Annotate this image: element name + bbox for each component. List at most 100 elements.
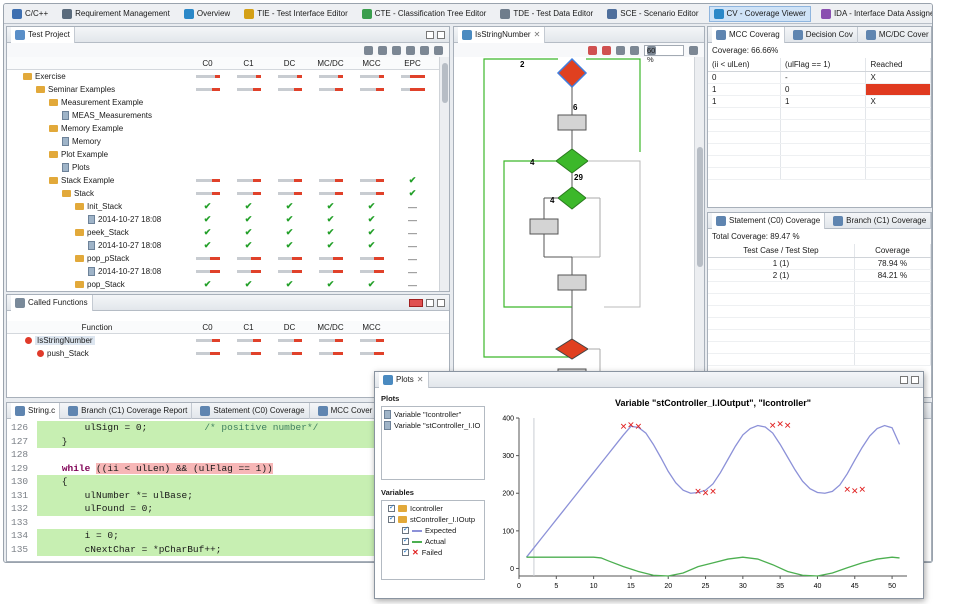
close-tab-icon[interactable]: ✕ [534, 30, 541, 39]
failed-point[interactable]: ✕ [635, 422, 643, 432]
table-row[interactable]: 11X [708, 95, 931, 108]
fit-icon[interactable] [689, 45, 698, 55]
series-line-actual[interactable] [526, 556, 900, 577]
tree-row[interactable]: 2014-10-27 18:08 ✔ ✔ ✔ ✔ ✔ — [7, 213, 449, 226]
column-header[interactable]: Reached [865, 58, 931, 72]
flow-graph-scrollbar[interactable] [694, 57, 704, 375]
tab-isstringnumber[interactable]: IsStringNumber ✕ [458, 27, 546, 43]
decision-node-root[interactable] [556, 57, 588, 89]
column-header[interactable]: C1 [228, 59, 269, 68]
tree-row[interactable]: Stack Example ✔ [7, 174, 449, 187]
failed-point[interactable]: ✕ [709, 488, 717, 498]
decision-node-loop[interactable] [555, 148, 589, 174]
variable-checkbox[interactable] [402, 536, 409, 545]
column-header[interactable]: Coverage [854, 244, 931, 258]
failed-point[interactable]: ✕ [627, 421, 635, 431]
view-tab[interactable]: Statement (C0) Coverage [196, 403, 310, 419]
failed-point[interactable]: ✕ [851, 487, 859, 497]
variable-item[interactable]: ✕Failed [384, 547, 482, 558]
table-row[interactable]: 0-X [708, 71, 931, 84]
variable-checkbox[interactable] [402, 547, 409, 556]
maximize-icon[interactable] [437, 298, 445, 307]
column-header[interactable]: MC/DC [310, 323, 351, 332]
view-tab[interactable]: Decision Cov [789, 27, 858, 43]
failed-point[interactable]: ✕ [784, 422, 792, 432]
variable-plot-chart[interactable]: Variable "stController_I.IOutput", "Icon… [489, 392, 917, 598]
perspective-tab[interactable]: Overview [180, 7, 234, 21]
tree-row[interactable]: Memory Example [7, 122, 449, 135]
refresh-icon[interactable] [911, 375, 919, 384]
collapse-icon[interactable] [364, 45, 373, 55]
minimize-icon[interactable] [426, 30, 434, 39]
highlight-icon[interactable] [588, 45, 597, 55]
tree-row[interactable]: peek_Stack ✔ ✔ ✔ ✔ ✔ — [7, 226, 449, 239]
tab-called-functions[interactable]: Called Functions [11, 295, 93, 311]
column-header[interactable]: C0 [187, 323, 228, 332]
maximize-icon[interactable] [437, 30, 445, 39]
column-header[interactable]: EPC [392, 59, 433, 68]
column-header[interactable]: Function [7, 323, 187, 332]
tab-plots[interactable]: Plots ✕ [379, 372, 429, 388]
failed-point[interactable]: ✕ [844, 485, 852, 495]
close-tab-icon[interactable]: ✕ [417, 375, 424, 384]
variable-item[interactable]: Actual [384, 536, 482, 547]
view-tab[interactable]: Statement (C0) Coverage [712, 213, 826, 229]
view-tab[interactable]: Branch (C1) Coverage Report [64, 403, 193, 419]
tree-row[interactable]: Memory [7, 135, 449, 148]
tree-row[interactable]: Plots [7, 161, 449, 174]
statement-node-3[interactable] [557, 274, 587, 291]
variable-checkbox[interactable] [402, 525, 409, 534]
view-tab[interactable]: String.c [11, 403, 61, 419]
tree-row[interactable]: 2014-10-27 18:08 — [7, 265, 449, 278]
run-icon[interactable] [406, 45, 415, 55]
function-row[interactable]: IsStringNumber [7, 334, 449, 347]
perspective-tab[interactable]: TIE - Test Interface Editor [240, 7, 352, 21]
view-tab[interactable]: Branch (C1) Coverage [829, 213, 931, 229]
view-tab[interactable]: MCC Cover [314, 403, 378, 419]
perspective-tab[interactable]: TDE - Test Data Editor [496, 7, 597, 21]
failed-point[interactable]: ✕ [858, 485, 866, 495]
tree-row[interactable]: Init_Stack ✔ ✔ ✔ ✔ ✔ — [7, 200, 449, 213]
column-header[interactable]: Test Case / Test Step [708, 244, 855, 258]
tree-row[interactable]: MEAS_Measurements [7, 109, 449, 122]
failed-point[interactable]: ✕ [694, 488, 702, 498]
table-row[interactable]: 10 [708, 83, 931, 96]
minimize-icon[interactable] [426, 298, 434, 307]
perspective-tab[interactable]: CTE - Classification Tree Editor [358, 7, 491, 21]
control-flow-graph[interactable]: 2 6 4 29 4 [454, 57, 694, 376]
perspective-tab[interactable]: Requirement Management [58, 7, 174, 21]
column-header[interactable]: MCC [351, 323, 392, 332]
expand-icon[interactable] [378, 45, 387, 55]
perspective-tab[interactable]: C/C++ [8, 7, 52, 21]
tree-row[interactable]: pop_pStack — [7, 252, 449, 265]
view-tab[interactable]: MCC Coverag [712, 27, 785, 43]
tree-row[interactable]: Seminar Examples [7, 83, 449, 96]
perspective-tab[interactable]: CV - Coverage Viewer [708, 5, 811, 22]
tree-row[interactable]: 2014-10-27 18:08 ✔ ✔ ✔ ✔ ✔ — [7, 239, 449, 252]
close-icon[interactable] [409, 298, 423, 307]
variable-item[interactable]: Expected [384, 525, 482, 536]
plot-list-item[interactable]: Variable "stController_I.IO [384, 420, 482, 431]
export-icon[interactable] [900, 375, 908, 384]
variable-checkbox[interactable] [388, 514, 395, 523]
column-header[interactable]: DC [269, 59, 310, 68]
statement-node-2[interactable] [529, 218, 559, 235]
tree-row[interactable]: Measurement Example [7, 96, 449, 109]
column-header[interactable]: C1 [228, 323, 269, 332]
path-icon[interactable] [602, 45, 611, 55]
tab-test-project[interactable]: Test Project [11, 27, 75, 43]
view-tab[interactable]: MC/DC Cover [862, 27, 931, 43]
tree-row[interactable]: Exercise [7, 70, 449, 83]
table-row[interactable]: 2 (1) 84.21 % [708, 269, 931, 282]
refresh-icon[interactable] [392, 45, 401, 55]
column-header[interactable]: MCC [351, 59, 392, 68]
tree-row[interactable]: Plot Example [7, 148, 449, 161]
decision-node-inner[interactable] [557, 186, 587, 210]
failed-point[interactable]: ✕ [776, 420, 784, 430]
decision-node-exit[interactable] [555, 338, 589, 360]
test-project-scrollbar[interactable] [439, 57, 449, 291]
function-row[interactable]: push_Stack [7, 347, 449, 360]
column-header[interactable]: MC/DC [310, 59, 351, 68]
statement-node-1[interactable] [557, 114, 587, 131]
zoom-in-icon[interactable] [630, 45, 639, 55]
